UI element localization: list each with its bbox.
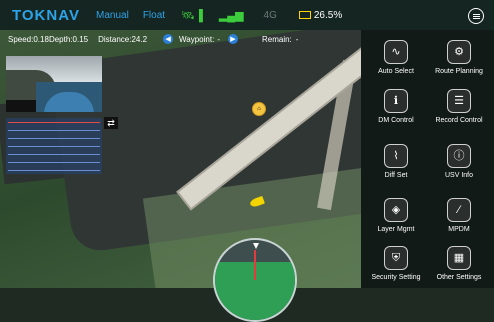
hamburger-icon bbox=[472, 15, 480, 17]
mode-float[interactable]: Float bbox=[143, 10, 165, 21]
battery-icon bbox=[298, 11, 311, 19]
grid-line bbox=[8, 138, 100, 139]
depth-profile-chart bbox=[6, 118, 102, 174]
list-icon: ☰ bbox=[447, 89, 471, 113]
chevron-right-icon: ▶ bbox=[230, 36, 236, 43]
dm-control-label: DM Control bbox=[378, 117, 414, 124]
home-icon: ⌂ bbox=[257, 106, 261, 112]
mpdm-button[interactable]: ∕ MPDM bbox=[428, 198, 490, 233]
speed-label: Speed: bbox=[8, 34, 34, 44]
other-settings-label: Other Settings bbox=[436, 274, 482, 281]
cellular-label: 4G bbox=[263, 9, 277, 21]
layers-icon: ◈ bbox=[384, 198, 408, 222]
heading-pointer-icon bbox=[253, 243, 259, 249]
other-settings-button[interactable]: ▦ Other Settings bbox=[428, 246, 490, 281]
security-setting-button[interactable]: ⛨ Security Setting bbox=[365, 246, 427, 281]
record-control-label: Record Control bbox=[435, 117, 483, 124]
security-setting-label: Security Setting bbox=[371, 274, 421, 281]
auto-select-button[interactable]: ∿ Auto Select bbox=[365, 40, 427, 75]
chart-icon: ⌇ bbox=[384, 144, 408, 168]
battery-indicator: 26.5% bbox=[298, 9, 343, 21]
mpdm-label: MPDM bbox=[448, 226, 470, 233]
waypoint-prev-button[interactable]: ◀ bbox=[163, 34, 174, 44]
camera-feed[interactable] bbox=[6, 56, 102, 112]
control-panel: ∿ Auto Select ⚙ Route Planning ℹ DM Cont… bbox=[361, 30, 494, 288]
waypoint-label: Waypoint: bbox=[179, 34, 215, 44]
info-bar: Speed: 0.18 Depth: 0.15 Distance: 24.2 ◀… bbox=[0, 30, 360, 48]
route-planning-button[interactable]: ⚙ Route Planning bbox=[428, 40, 490, 75]
waypoint-next-button[interactable]: ▶ bbox=[227, 34, 238, 44]
grid-line bbox=[8, 146, 100, 147]
pen-icon: ∕ bbox=[447, 198, 471, 222]
satellite-icon: 🛰▐ bbox=[181, 9, 203, 22]
remain-value: - bbox=[295, 34, 299, 44]
record-control-button[interactable]: ☰ Record Control bbox=[428, 89, 490, 124]
layer-mgmt-label: Layer Mgmt bbox=[377, 226, 415, 233]
usv-info-button[interactable]: ⓘ USV Info bbox=[428, 144, 490, 179]
diff-set-button[interactable]: ⌇ Diff Set bbox=[365, 144, 427, 179]
rtk-signal-icon: ▂▄▆ bbox=[218, 9, 244, 22]
mode-manual[interactable]: Manual bbox=[96, 10, 129, 21]
waypoint-value: - bbox=[217, 34, 220, 44]
home-point-marker[interactable]: ⌂ bbox=[252, 102, 266, 116]
swap-view-button[interactable]: ⇄ bbox=[104, 117, 118, 129]
speed-value: 0.18 bbox=[33, 34, 49, 44]
swap-icon: ⇄ bbox=[107, 117, 115, 128]
distance-label: Distance: bbox=[98, 34, 132, 44]
usv-info-label: USV Info bbox=[444, 172, 473, 179]
grid-icon: ▦ bbox=[447, 246, 471, 270]
gear-icon: ⚙ bbox=[447, 40, 471, 64]
info-box-icon: ℹ bbox=[384, 89, 408, 113]
depth-label: Depth: bbox=[48, 34, 73, 44]
grid-line bbox=[8, 170, 100, 171]
auto-select-label: Auto Select bbox=[378, 68, 414, 75]
attitude-indicator bbox=[213, 238, 297, 322]
grid-line bbox=[8, 130, 100, 131]
layer-mgmt-button[interactable]: ◈ Layer Mgmt bbox=[365, 198, 427, 233]
heading-needle bbox=[254, 250, 256, 280]
remain-label: Remain: bbox=[261, 34, 292, 44]
waveform-icon: ∿ bbox=[384, 40, 408, 64]
shield-icon: ⛨ bbox=[384, 246, 408, 270]
route-planning-label: Route Planning bbox=[435, 68, 483, 75]
grid-line bbox=[8, 162, 100, 163]
battery-percent: 26.5% bbox=[313, 9, 343, 21]
grid-line bbox=[8, 154, 100, 155]
menu-button[interactable] bbox=[468, 8, 484, 24]
diff-set-label: Diff Set bbox=[384, 172, 408, 179]
status-bar: TOKNAV Manual Float 🛰▐ ▂▄▆ 4G 26.5% bbox=[0, 0, 494, 30]
distance-value: 24.2 bbox=[131, 34, 148, 44]
app-logo: TOKNAV bbox=[12, 6, 80, 24]
chevron-left-icon: ◀ bbox=[165, 36, 171, 43]
depth-profile-line bbox=[8, 122, 100, 123]
info-circle-icon: ⓘ bbox=[447, 144, 471, 168]
depth-value: 0.15 bbox=[72, 34, 89, 44]
dm-control-button[interactable]: ℹ DM Control bbox=[365, 89, 427, 124]
